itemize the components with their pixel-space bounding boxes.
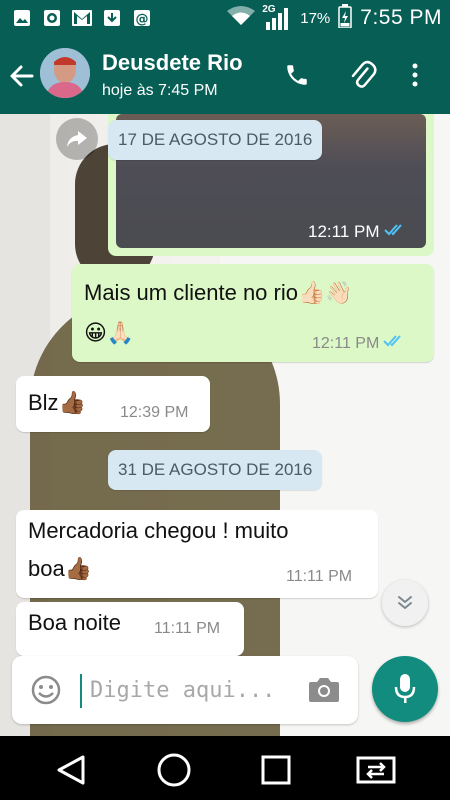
- download-icon: [102, 8, 122, 28]
- battery-percentage: 17%: [300, 9, 331, 27]
- attachment-clip-icon[interactable]: [348, 60, 378, 90]
- signal-icon: 2G: [262, 4, 292, 30]
- date-separator: 17 DE AGOSTO DE 2016: [108, 120, 323, 160]
- text-cursor: [80, 674, 82, 708]
- message-time: 12:39 PM: [120, 404, 189, 421]
- recents-square-icon[interactable]: [256, 750, 296, 790]
- message-time: 11:11 PM: [154, 620, 221, 637]
- battery-icon: [338, 3, 353, 33]
- message-text-line1: Mais um cliente no rio👍🏻👋🏻: [84, 280, 353, 305]
- email-at-icon: @: [132, 8, 152, 28]
- switch-apps-icon[interactable]: [356, 750, 396, 790]
- message-meta: 12:11 PM: [312, 334, 405, 353]
- message-input[interactable]: [90, 670, 300, 710]
- chat-area[interactable]: 12:11 PM 17 DE AGOSTO DE 2016 Mais um cl…: [0, 114, 450, 736]
- message-text-line2: 😀🙏🏻: [84, 320, 135, 345]
- avatar[interactable]: [40, 48, 90, 98]
- status-bar: @ 2G 17% 7:55 PM: [0, 0, 450, 36]
- network-type-label: 2G: [262, 4, 276, 15]
- double-check-icon: [383, 334, 405, 353]
- camera-shutter-icon: [42, 8, 62, 28]
- contact-name[interactable]: Deusdete Rio: [102, 50, 243, 76]
- double-check-icon: [383, 222, 406, 242]
- system-nav-bar: [0, 736, 450, 800]
- message-text: Boa noite: [28, 610, 121, 635]
- chat-header: Deusdete Rio hoje às 7:45 PM: [0, 36, 450, 114]
- svg-text:@: @: [136, 12, 149, 27]
- emoji-icon[interactable]: [30, 674, 62, 706]
- incoming-message[interactable]: Blz👍🏾 12:39 PM: [16, 376, 210, 432]
- message-composer: [12, 656, 358, 724]
- home-circle-icon[interactable]: [154, 750, 194, 790]
- phone-icon[interactable]: [282, 60, 312, 90]
- message-text-line2: boa👍🏾: [28, 556, 93, 581]
- share-forward-icon[interactable]: [56, 118, 98, 160]
- last-seen-status: hoje às 7:45 PM: [102, 82, 218, 99]
- date-separator: 31 DE AGOSTO DE 2016: [108, 450, 323, 490]
- outgoing-message[interactable]: Mais um cliente no rio👍🏻👋🏻 😀🙏🏻 12:11 PM: [72, 264, 434, 362]
- message-time: 12:11 PM: [312, 334, 380, 352]
- gmail-icon: [72, 8, 92, 28]
- message-text-line1: Mercadoria chegou ! muito: [28, 518, 289, 543]
- image-icon: [12, 8, 32, 28]
- incoming-message[interactable]: Mercadoria chegou ! muito boa👍🏾 11:11 PM: [16, 510, 378, 598]
- message-time: 12:11 PM: [308, 222, 380, 241]
- more-vertical-icon[interactable]: [400, 60, 430, 90]
- clock: 7:55 PM: [360, 6, 442, 29]
- back-triangle-icon[interactable]: [52, 750, 92, 790]
- double-chevron-down-icon[interactable]: [382, 580, 428, 626]
- camera-icon[interactable]: [308, 676, 340, 704]
- microphone-icon[interactable]: [372, 656, 438, 722]
- wifi-icon: [226, 5, 256, 32]
- back-arrow-icon[interactable]: [8, 62, 36, 90]
- message-meta: 12:11 PM: [308, 222, 406, 242]
- incoming-message[interactable]: Boa noite 11:11 PM: [16, 602, 244, 656]
- message-text: Blz👍🏾: [28, 390, 86, 415]
- message-time: 11:11 PM: [286, 568, 353, 585]
